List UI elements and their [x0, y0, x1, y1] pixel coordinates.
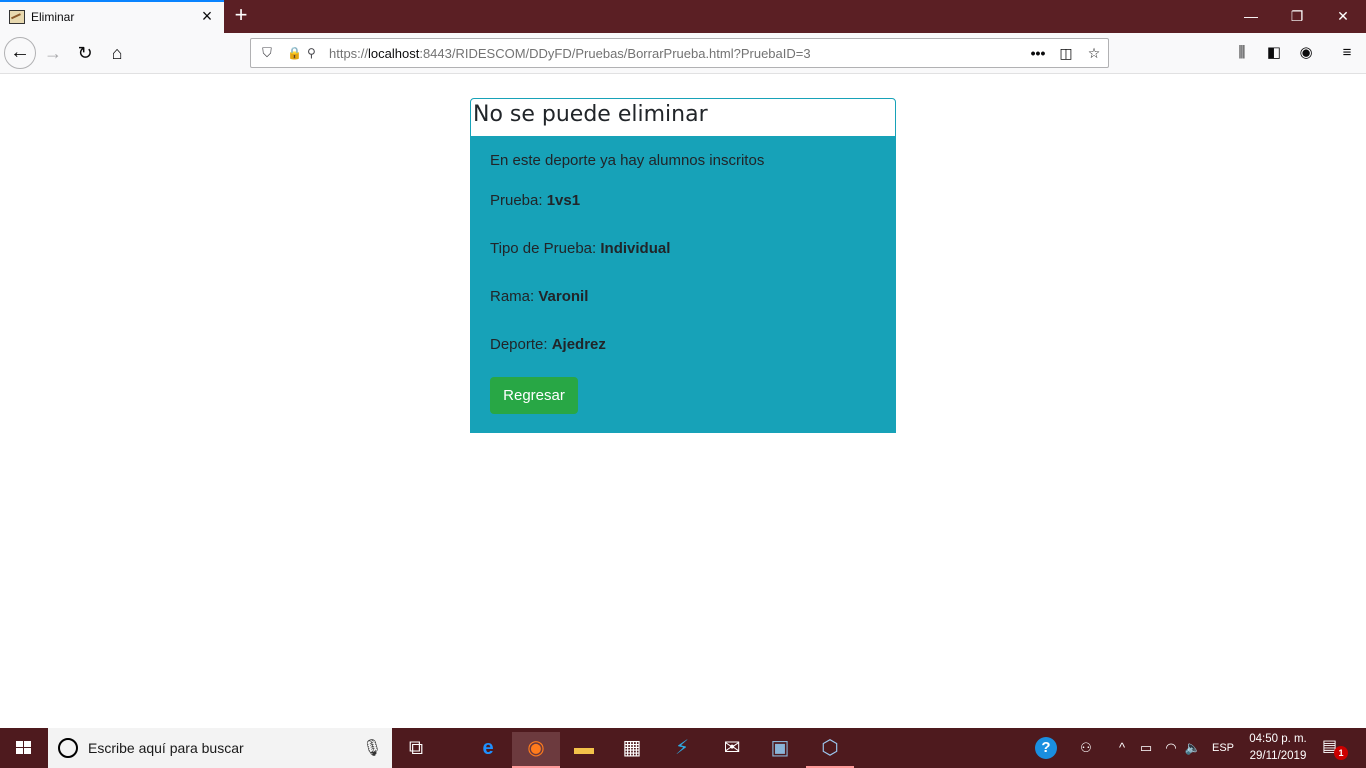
browser-tab[interactable]: Eliminar ×	[0, 0, 224, 33]
home-icon[interactable]: ⌂	[102, 38, 132, 68]
edge-icon[interactable]: e	[464, 732, 512, 768]
close-window-icon[interactable]: ✕	[1320, 0, 1366, 33]
windows-logo-icon	[16, 741, 32, 755]
clock-time: 04:50 p. m.	[1249, 733, 1307, 745]
insecure-lock-icon[interactable]: 🔒	[287, 45, 303, 61]
battery-icon[interactable]: ▭	[1134, 728, 1158, 768]
error-message: En este deporte ya hay alumnos inscritos	[490, 152, 765, 169]
action-center-icon[interactable]: ▤ 1	[1322, 736, 1348, 760]
visual-studio-icon[interactable]: ⚡	[658, 732, 706, 768]
search-placeholder: Escribe aquí para buscar	[88, 740, 244, 756]
volume-icon[interactable]: 🔈	[1182, 728, 1204, 768]
page-content: No se puede eliminar En este deporte ya …	[0, 74, 1366, 728]
url-scheme: https://	[329, 46, 369, 61]
field-value: Ajedrez	[551, 336, 606, 353]
pocket-icon[interactable]: ◫	[1057, 44, 1075, 62]
firefox-icon[interactable]: ◉	[512, 732, 560, 768]
sql-server-icon[interactable]: ▣	[756, 732, 804, 768]
browser-tab-bar: Eliminar × + — ❐ ✕	[0, 0, 1366, 33]
permissions-icon[interactable]: ⚲	[307, 45, 323, 61]
sidebar-icon[interactable]: ◧	[1264, 43, 1284, 63]
delete-error-card: No se puede eliminar En este deporte ya …	[470, 98, 896, 433]
windows-taskbar: Escribe aquí para buscar 🎙 ⧉ e ◉ ▬ ▦ ⚡ ✉…	[0, 728, 1366, 768]
store-icon[interactable]: ▦	[608, 732, 656, 768]
start-button[interactable]	[0, 728, 48, 768]
field-value: Individual	[600, 240, 671, 257]
tracking-shield-icon[interactable]: ⛉	[259, 45, 275, 61]
back-arrow-icon[interactable]: ←	[4, 37, 36, 69]
address-bar[interactable]: ⛉ 🔒 ⚲ https://localhost:8443/RIDESCOM/DD…	[250, 38, 1109, 68]
field-deporte: Deporte: Ajedrez	[490, 335, 876, 355]
field-label: Deporte:	[490, 336, 552, 353]
clock-date: 29/11/2019	[1249, 750, 1307, 762]
field-label: Rama:	[490, 288, 539, 305]
url-host: localhost	[368, 46, 420, 61]
field-label: Prueba:	[490, 192, 547, 209]
account-icon[interactable]: ◉	[1296, 43, 1316, 63]
url-text[interactable]: https://localhost:8443/RIDESCOM/DDyFD/Pr…	[329, 46, 811, 61]
field-label: Tipo de Prueba:	[490, 240, 601, 257]
reload-icon[interactable]: ↻	[70, 38, 100, 68]
bookmark-star-icon[interactable]: ☆	[1085, 44, 1103, 62]
field-value: 1vs1	[546, 192, 581, 209]
page-favicon-icon	[9, 10, 25, 24]
file-explorer-icon[interactable]: ▬	[560, 732, 608, 768]
field-prueba: Prueba: 1vs1	[490, 191, 876, 211]
language-indicator[interactable]: ESP	[1206, 728, 1240, 768]
help-icon[interactable]: ?	[1035, 737, 1057, 759]
hamburger-menu-icon[interactable]: ≡	[1337, 43, 1357, 63]
notification-count-badge: 1	[1334, 746, 1348, 760]
wifi-icon[interactable]: ◠	[1160, 728, 1182, 768]
virtualbox-icon[interactable]: ⬡	[806, 732, 854, 768]
minimize-window-icon[interactable]: —	[1228, 0, 1274, 33]
field-value: Varonil	[538, 288, 589, 305]
task-view-icon[interactable]: ⧉	[392, 732, 440, 768]
mail-icon[interactable]: ✉	[708, 732, 756, 768]
library-icon[interactable]: ⫼	[1232, 43, 1252, 63]
new-tab-icon[interactable]: +	[230, 4, 252, 26]
people-icon[interactable]: ⚇	[1072, 728, 1100, 768]
url-path: :8443/RIDESCOM/DDyFD/Pruebas/BorrarPrueb…	[419, 46, 811, 61]
page-actions-icon[interactable]: •••	[1029, 44, 1047, 62]
cortana-icon	[58, 738, 78, 758]
card-body: En este deporte ya hay alumnos inscritos…	[470, 137, 896, 433]
system-clock[interactable]: 04:50 p. m. 29/11/2019	[1242, 731, 1314, 765]
close-tab-icon[interactable]: ×	[198, 7, 216, 26]
back-button[interactable]: Regresar	[490, 377, 578, 414]
show-hidden-icons-icon[interactable]: ^	[1112, 728, 1132, 768]
tab-title: Eliminar	[31, 10, 75, 24]
page-title: No se puede eliminar	[473, 102, 708, 127]
browser-nav-bar: ← → ↻ ⌂ ⛉ 🔒 ⚲ https://localhost:8443/RID…	[0, 33, 1366, 74]
forward-arrow-icon[interactable]: →	[38, 38, 68, 68]
field-tipo-prueba: Tipo de Prueba: Individual	[490, 239, 876, 259]
restore-window-icon[interactable]: ❐	[1274, 0, 1320, 33]
microphone-icon[interactable]: 🎙	[362, 738, 382, 758]
field-rama: Rama: Varonil	[490, 287, 876, 307]
taskbar-search-box[interactable]: Escribe aquí para buscar 🎙	[48, 728, 392, 768]
card-header: No se puede eliminar	[470, 98, 896, 137]
